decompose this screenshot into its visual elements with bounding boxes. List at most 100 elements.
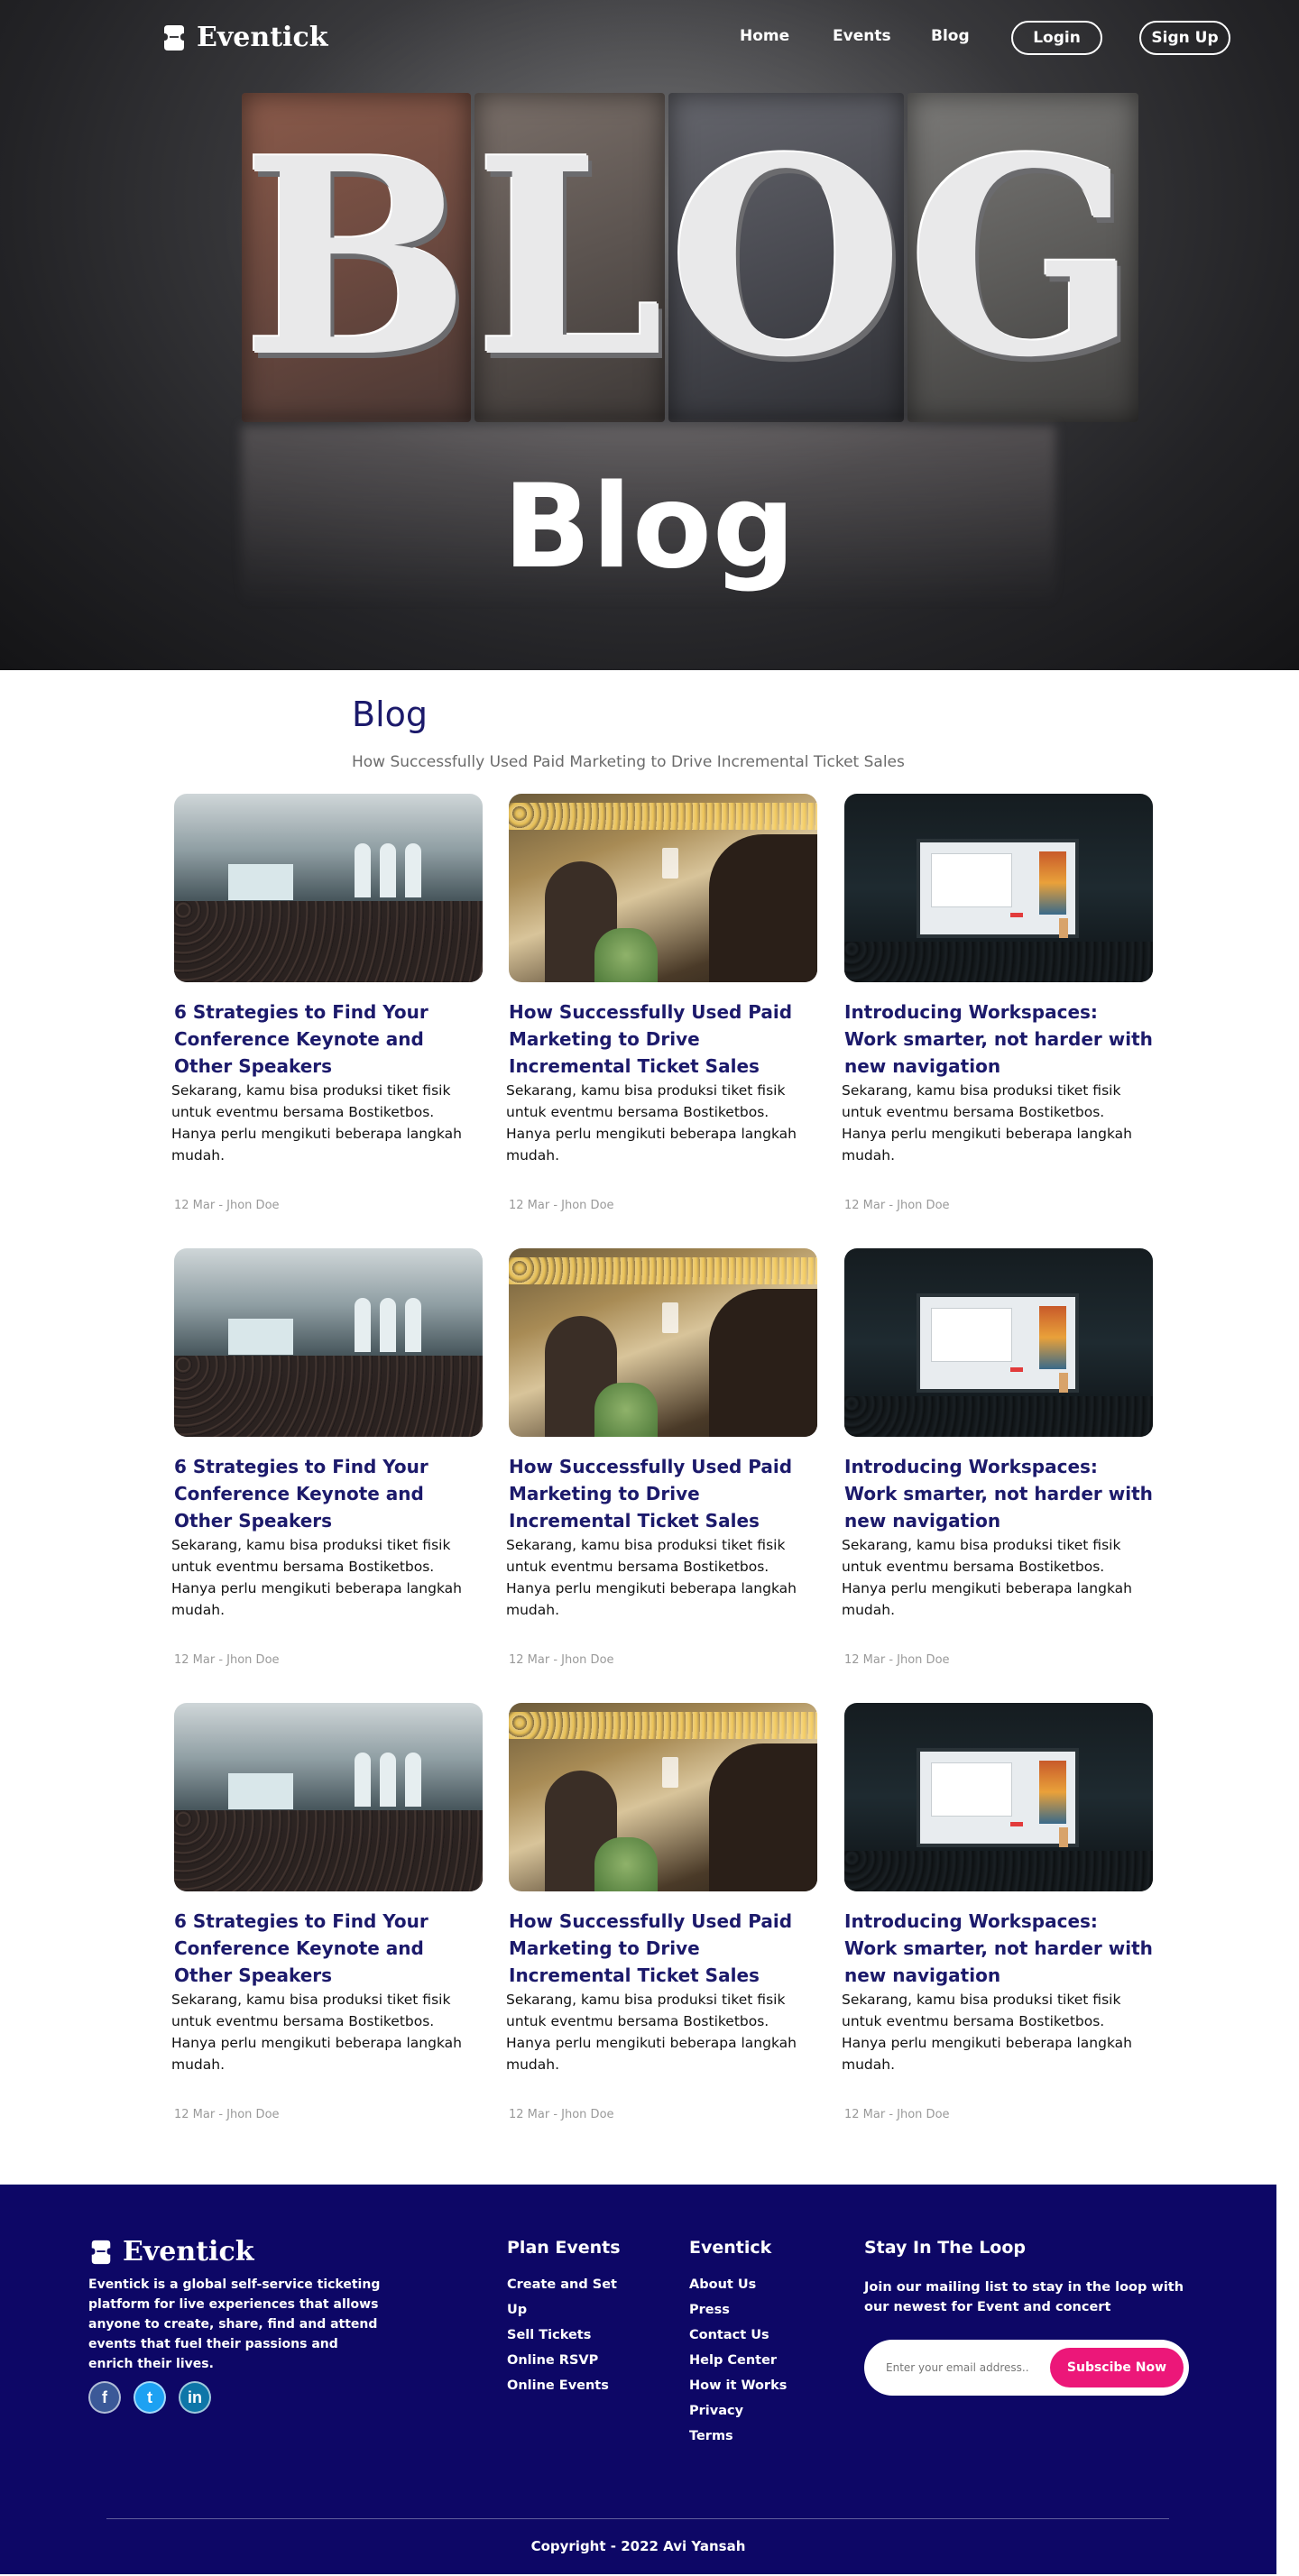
subscribe-button[interactable]: Subscibe Now [1050, 2348, 1184, 2387]
conference-hall-image[interactable] [174, 1248, 483, 1437]
card-meta: 12 Mar - Jhon Doe [509, 1199, 614, 1212]
stage-presentation-image[interactable] [844, 794, 1153, 982]
screen-pictures [1039, 851, 1066, 915]
card-title[interactable]: How Successfully Used Paid Marketing to … [509, 1453, 817, 1534]
party-toast-image[interactable] [509, 794, 817, 982]
hall-window [405, 843, 421, 897]
linkedin-icon[interactable]: in [179, 2381, 211, 2414]
screen-ui [931, 1762, 1012, 1817]
blog-card[interactable]: Introducing Workspaces: Work smarter, no… [842, 794, 1153, 1212]
card-title[interactable]: 6 Strategies to Find Your Conference Key… [174, 1908, 483, 1989]
blog-card[interactable]: Introducing Workspaces: Work smarter, no… [842, 1248, 1153, 1667]
footer-col-plan: Plan Events Create and Set Up Sell Ticke… [507, 2238, 633, 2398]
card-description: Sekarang, kamu bisa produksi tiket fisik… [506, 1992, 797, 2073]
footer-link[interactable]: Sell Tickets [507, 2323, 633, 2348]
ticket-logo-icon [91, 2240, 111, 2264]
screen-button [1010, 1822, 1023, 1826]
hall-window [355, 1298, 371, 1352]
party-toast-image[interactable] [509, 1703, 817, 1891]
screen-pictures [1039, 1306, 1066, 1369]
hall-window [405, 1298, 421, 1352]
nav-link-blog[interactable]: Blog [931, 27, 970, 45]
speaker-figure [1059, 1827, 1068, 1847]
hall-screen [228, 864, 293, 900]
letter-block: O [668, 93, 904, 422]
blog-card[interactable]: How Successfully Used Paid Marketing to … [506, 1703, 817, 2121]
footer-col-newsletter: Stay In The Loop Join our mailing list t… [864, 2238, 1207, 2317]
screen-button [1010, 1367, 1023, 1372]
footer-about: Eventick is a global self-service ticket… [88, 2277, 381, 2371]
facebook-icon[interactable]: f [88, 2381, 121, 2414]
conference-hall-image[interactable] [174, 794, 483, 982]
flowers [594, 1837, 658, 1891]
card-description: Sekarang, kamu bisa produksi tiket fisik… [171, 1992, 462, 2073]
card-meta: 12 Mar - Jhon Doe [174, 1653, 280, 1667]
footer-link[interactable]: Online RSVP [507, 2348, 633, 2373]
speaker-figure [1059, 1373, 1068, 1393]
twitter-icon[interactable]: t [134, 2381, 166, 2414]
stage-presentation-image[interactable] [844, 1703, 1153, 1891]
hall-crowd [174, 1810, 483, 1891]
flowers [594, 928, 658, 982]
copyright: Copyright - 2022 Avi Yansah [530, 2538, 746, 2554]
email-input[interactable] [886, 2361, 1039, 2374]
footer-logo[interactable]: Eventick [88, 2236, 254, 2268]
nav-links: Home Events Blog Login Sign Up [0, 18, 1299, 58]
signup-button[interactable]: Sign Up [1139, 21, 1230, 55]
card-title[interactable]: Introducing Workspaces: Work smarter, no… [844, 1908, 1153, 1989]
footer-col-title: Stay In The Loop [864, 2238, 1027, 2258]
card-description: Sekarang, kamu bisa produksi tiket fisik… [842, 1537, 1132, 1618]
stage-presentation-image[interactable] [844, 1248, 1153, 1437]
subscribe-form: Subscibe Now [864, 2340, 1189, 2396]
audience [844, 942, 1153, 982]
card-title[interactable]: Introducing Workspaces: Work smarter, no… [844, 1453, 1153, 1534]
footer-link[interactable]: Online Events [507, 2373, 633, 2398]
guest-figure [709, 1289, 817, 1437]
audience [844, 1851, 1153, 1891]
hero-letterpress-blocks: B L O G [242, 93, 1139, 422]
nav-link-events[interactable]: Events [833, 27, 891, 45]
nav-link-home[interactable]: Home [740, 27, 789, 45]
hall-window [355, 1753, 371, 1807]
card-title[interactable]: 6 Strategies to Find Your Conference Key… [174, 1453, 483, 1534]
social-links: f t in [88, 2381, 224, 2414]
card-title[interactable]: 6 Strategies to Find Your Conference Key… [174, 998, 483, 1080]
card-title[interactable]: Introducing Workspaces: Work smarter, no… [844, 998, 1153, 1080]
top-nav: Eventick Home Events Blog Login Sign Up [0, 18, 1299, 58]
card-title[interactable]: How Successfully Used Paid Marketing to … [509, 998, 817, 1080]
footer-link[interactable]: Terms [689, 2424, 815, 2449]
party-toast-image[interactable] [509, 1248, 817, 1437]
card-title[interactable]: How Successfully Used Paid Marketing to … [509, 1908, 817, 1989]
footer-link[interactable]: Help Center [689, 2348, 815, 2373]
guest-figure [709, 834, 817, 982]
card-description: Sekarang, kamu bisa produksi tiket fisik… [842, 1082, 1132, 1164]
footer-link[interactable]: Create and Set Up [507, 2272, 633, 2323]
login-button[interactable]: Login [1011, 21, 1102, 55]
footer-col-title: Eventick [689, 2238, 772, 2258]
blog-card[interactable]: How Successfully Used Paid Marketing to … [506, 794, 817, 1212]
footer-link[interactable]: Contact Us [689, 2323, 815, 2348]
hall-crowd [174, 1356, 483, 1437]
stage-screen [917, 1748, 1079, 1847]
section-title: Blog [352, 695, 428, 734]
blog-card[interactable]: 6 Strategies to Find Your Conference Key… [171, 1248, 483, 1667]
speaker-figure [1059, 918, 1068, 938]
card-description: Sekarang, kamu bisa produksi tiket fisik… [171, 1082, 462, 1164]
screen-button [1010, 913, 1023, 917]
footer-link[interactable]: Privacy [689, 2398, 815, 2424]
blog-card[interactable]: How Successfully Used Paid Marketing to … [506, 1248, 817, 1667]
guest-figure [709, 1743, 817, 1891]
blog-card[interactable]: 6 Strategies to Find Your Conference Key… [171, 794, 483, 1212]
conference-hall-image[interactable] [174, 1703, 483, 1891]
stage-screen [917, 1293, 1079, 1393]
blog-card[interactable]: Introducing Workspaces: Work smarter, no… [842, 1703, 1153, 2121]
card-meta: 12 Mar - Jhon Doe [844, 1199, 950, 1212]
footer-col-eventick: Eventick About Us Press Contact Us Help … [689, 2238, 815, 2449]
blog-card[interactable]: 6 Strategies to Find Your Conference Key… [171, 1703, 483, 2121]
footer-col-title: Plan Events [507, 2238, 621, 2258]
champagne-glass [662, 848, 678, 879]
hall-window [405, 1753, 421, 1807]
footer-link[interactable]: How it Works [689, 2373, 815, 2398]
footer-link[interactable]: About Us [689, 2272, 815, 2297]
footer-link[interactable]: Press [689, 2297, 815, 2323]
